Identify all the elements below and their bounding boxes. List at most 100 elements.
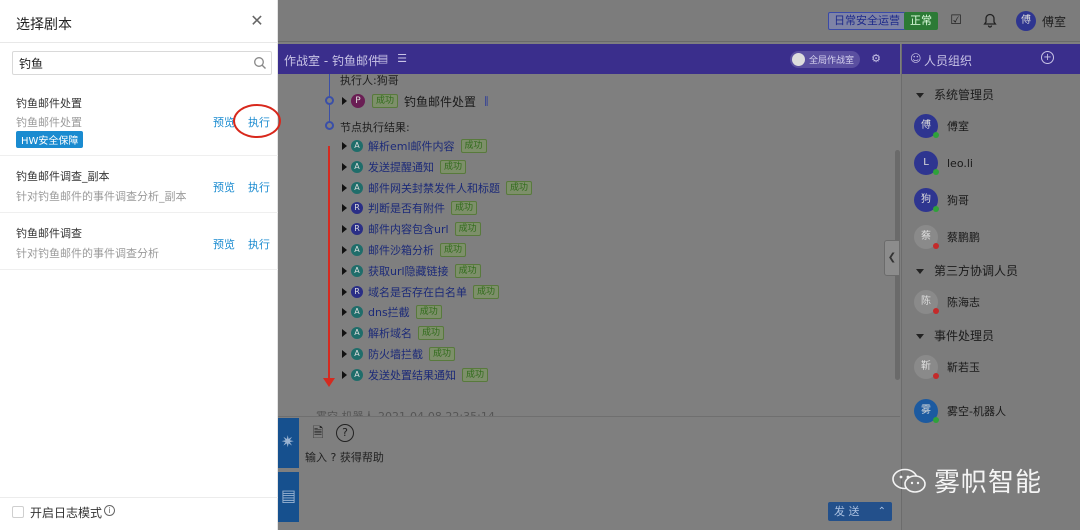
node-label[interactable]: 判断是否有附件 bbox=[368, 200, 445, 216]
side-tab[interactable]: ▤ bbox=[278, 472, 299, 522]
expand-icon[interactable] bbox=[342, 287, 347, 296]
expand-icon[interactable] bbox=[342, 225, 347, 234]
member-row[interactable]: Lleo.li bbox=[914, 149, 973, 177]
preview-button[interactable]: 预览 bbox=[213, 179, 235, 195]
tab-icon: ▤ bbox=[281, 486, 297, 505]
caret-down-icon[interactable] bbox=[916, 93, 924, 98]
member-row[interactable]: 狗 狗哥 bbox=[914, 186, 969, 214]
node-label[interactable]: 邮件沙箱分析 bbox=[368, 242, 434, 258]
playbook-item[interactable]: 钓鱼邮件调查 针对钓鱼邮件的事件调查分析 预览 执行 bbox=[0, 214, 278, 270]
playbook-item[interactable]: 钓鱼邮件调查_副本 针对钓鱼邮件的事件调查分析_副本 预览 执行 bbox=[0, 157, 278, 213]
search-icon[interactable] bbox=[253, 56, 267, 70]
collapse-handle[interactable]: ❮ bbox=[884, 240, 900, 276]
node-row[interactable]: Adns拦截 成功 bbox=[342, 304, 442, 320]
group-header[interactable]: 系统管理员 bbox=[916, 86, 994, 103]
caret-down-icon[interactable] bbox=[916, 269, 924, 274]
status-badge: 成功 bbox=[506, 180, 533, 195]
search-input[interactable] bbox=[19, 55, 239, 72]
node-row[interactable]: A 发送提醒通知 成功 bbox=[342, 159, 467, 175]
close-icon[interactable]: ✕ bbox=[249, 12, 265, 30]
document-icon[interactable]: ▤ bbox=[376, 52, 390, 66]
info-icon[interactable]: i bbox=[104, 505, 115, 516]
toggle-knob bbox=[792, 53, 805, 66]
member-row[interactable]: 陈 陈海志 bbox=[914, 288, 980, 316]
caret-down-icon[interactable] bbox=[916, 334, 924, 339]
node-row[interactable]: R 判断是否有附件 成功 bbox=[342, 200, 478, 216]
flow-icon[interactable]: ∥ bbox=[484, 96, 489, 107]
node-row[interactable]: A 解析eml邮件内容 成功 bbox=[342, 138, 487, 154]
expand-icon[interactable] bbox=[342, 329, 347, 338]
member-name: 狗哥 bbox=[947, 194, 969, 207]
user-name[interactable]: 傅室 bbox=[1042, 13, 1066, 30]
expand-icon[interactable] bbox=[342, 370, 347, 379]
playbook-desc: 钓鱼邮件处置 bbox=[16, 116, 82, 129]
input-placeholder[interactable]: 输入 ? 获得帮助 bbox=[305, 449, 384, 465]
settings-icon[interactable]: ⚙ bbox=[869, 52, 883, 66]
input-area bbox=[278, 416, 900, 530]
status-badge: 成功 bbox=[451, 201, 478, 216]
expand-icon[interactable] bbox=[342, 142, 347, 150]
execute-button[interactable]: 执行 bbox=[248, 179, 270, 195]
playbook-tag: HW安全保障 bbox=[16, 131, 84, 148]
node-row[interactable]: A 邮件网关封禁发件人和标题 成功 bbox=[342, 180, 533, 196]
status-badge: 成功 bbox=[440, 243, 467, 257]
node-label[interactable]: 获取url隐藏链接 bbox=[368, 263, 449, 279]
checklist-icon[interactable]: ☑ bbox=[948, 13, 964, 29]
node-label[interactable]: 域名是否存在白名单 bbox=[368, 284, 467, 300]
expand-icon[interactable] bbox=[342, 162, 347, 171]
node-label[interactable]: 邮件网关封禁发件人和标题 bbox=[368, 180, 500, 196]
avatar: L bbox=[914, 151, 939, 175]
user-icon: ☺ bbox=[910, 52, 922, 65]
people-panel: ☺ 人员组织 + 系统管理员傅傅室 Lleo.li 狗狗哥蔡蔡鹏鹏 第三方协调人员陈陈… bbox=[901, 44, 1080, 530]
global-room-toggle[interactable]: 全局作战室 bbox=[790, 51, 860, 68]
node-label[interactable]: 解析eml邮件内容 bbox=[368, 138, 455, 154]
group-header[interactable]: 事件处理员 bbox=[916, 327, 994, 344]
send-button[interactable]: 发 送 ⌃ bbox=[828, 502, 892, 521]
presence-dot bbox=[933, 132, 939, 138]
member-name: 蔡鹏鹏 bbox=[947, 231, 980, 244]
member-row[interactable]: 雾 雾空-机器人 bbox=[914, 397, 1006, 425]
ops-badge[interactable]: 日常安全运营 bbox=[828, 12, 906, 30]
expand-icon[interactable] bbox=[342, 266, 347, 275]
help-icon[interactable]: ? bbox=[336, 424, 354, 442]
node-label[interactable]: 发送提醒通知 bbox=[368, 159, 434, 175]
expand-icon[interactable] bbox=[342, 350, 347, 358]
node-row[interactable]: A 解析域名 成功 bbox=[342, 325, 445, 341]
preview-button[interactable]: 预览 bbox=[213, 236, 235, 252]
group-header[interactable]: 第三方协调人员 bbox=[916, 262, 1018, 279]
bell-icon[interactable] bbox=[982, 13, 998, 29]
node-row[interactable]: A 发送处置结果通知 成功 bbox=[342, 367, 489, 383]
node-row[interactable]: A 邮件沙箱分析 成功 bbox=[342, 242, 467, 258]
member-name: leo.li bbox=[947, 156, 973, 170]
expand-icon[interactable] bbox=[342, 204, 347, 213]
node-row[interactable]: R 邮件内容包含url 成功 bbox=[342, 221, 481, 237]
member-row[interactable]: 傅 傅室 bbox=[914, 112, 969, 140]
node-row[interactable]: R 域名是否存在白名单 成功 bbox=[342, 284, 500, 300]
node-label[interactable]: 邮件内容包含url bbox=[368, 221, 449, 237]
group-name: 第三方协调人员 bbox=[934, 264, 1019, 278]
node-label[interactable]: 发送处置结果通知 bbox=[368, 367, 456, 383]
member-row[interactable]: 靳 靳若玉 bbox=[914, 353, 980, 381]
expand-icon[interactable] bbox=[342, 183, 347, 192]
node-label[interactable]: 防火墙拦截 bbox=[368, 346, 423, 362]
side-tab[interactable]: ✷ bbox=[278, 418, 299, 468]
log-mode-checkbox[interactable] bbox=[12, 506, 24, 518]
expand-icon[interactable] bbox=[342, 308, 347, 317]
root-node-row[interactable]: P 成功 钓鱼邮件处置 ∥ bbox=[342, 93, 489, 109]
execute-button[interactable]: 执行 bbox=[248, 236, 270, 252]
node-row[interactable]: A 获取url隐藏链接 成功 bbox=[342, 263, 481, 279]
expand-icon[interactable] bbox=[342, 246, 347, 254]
list-icon[interactable]: ☰ bbox=[395, 52, 409, 66]
expand-icon[interactable] bbox=[342, 97, 347, 105]
node-label[interactable]: dns拦截 bbox=[368, 304, 410, 320]
chevron-up-icon[interactable]: ⌃ bbox=[878, 502, 886, 521]
add-icon[interactable]: + bbox=[1041, 51, 1054, 64]
preview-button[interactable]: 预览 bbox=[213, 114, 235, 130]
search-box[interactable] bbox=[12, 51, 272, 75]
file-icon[interactable]: 🗎 bbox=[310, 424, 326, 442]
chat-header: 作战室 - 钓鱼邮件 ▤ ☰ 全局作战室 ⚙ bbox=[278, 44, 900, 74]
member-row[interactable]: 蔡 蔡鹏鹏 bbox=[914, 223, 980, 251]
node-label[interactable]: 解析域名 bbox=[368, 325, 412, 341]
user-avatar[interactable]: 傅 bbox=[1016, 11, 1036, 31]
node-row[interactable]: A 防火墙拦截 成功 bbox=[342, 346, 456, 362]
